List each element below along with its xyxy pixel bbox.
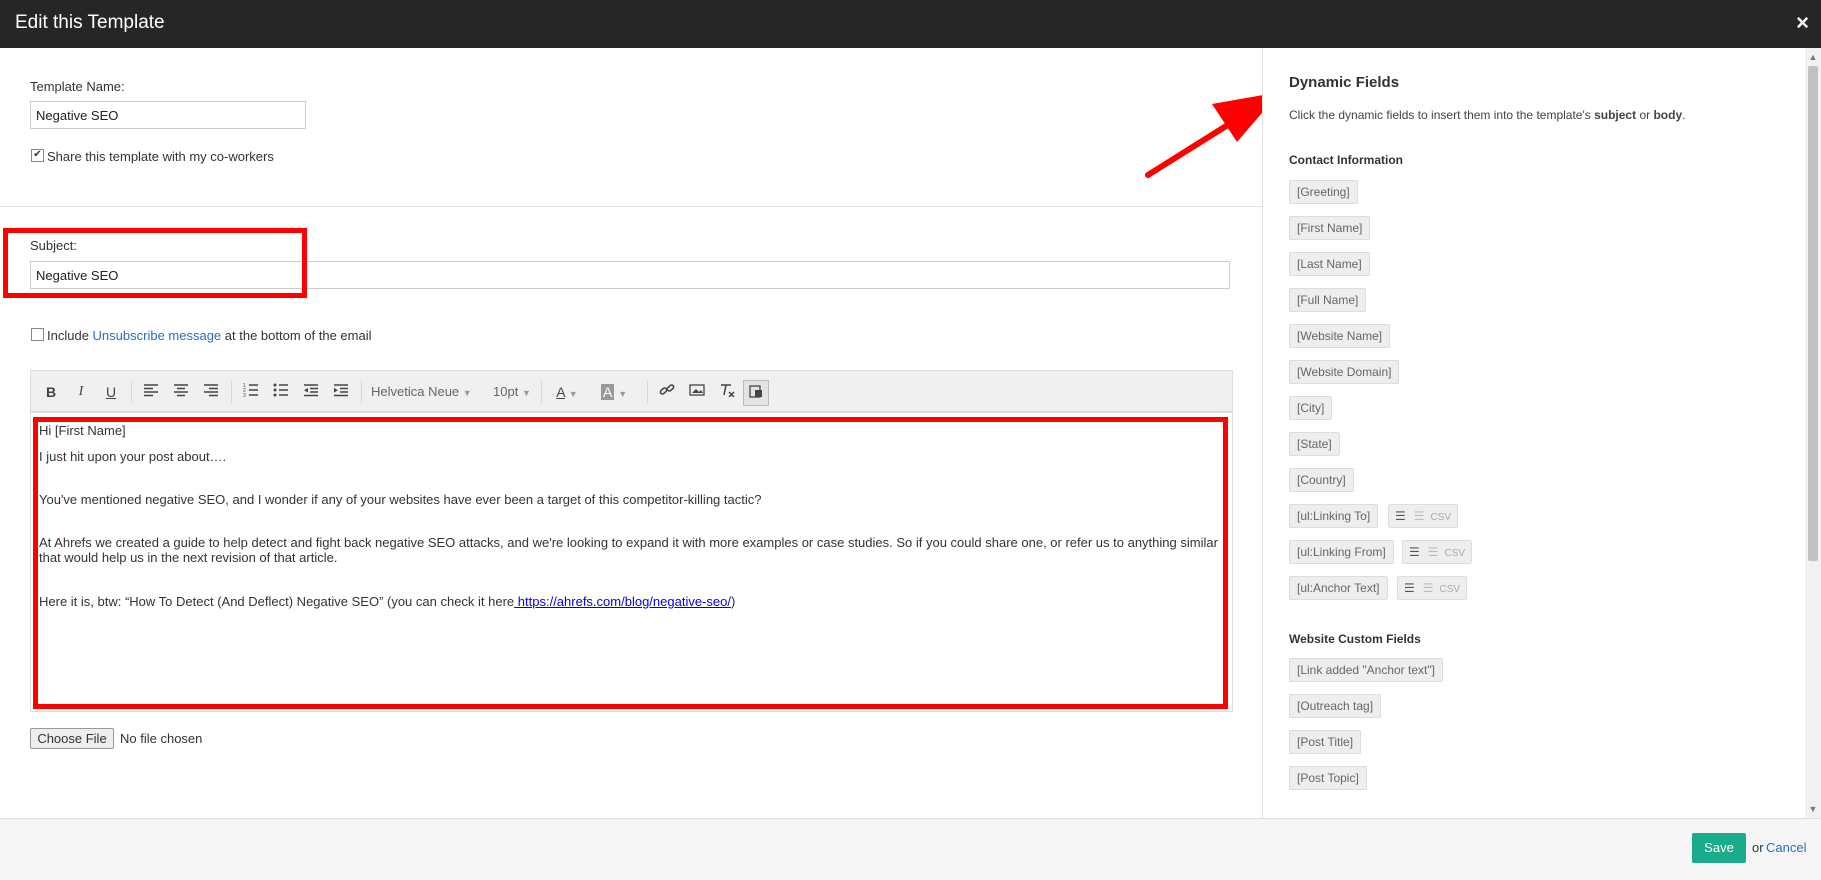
website-custom-fields-heading: Website Custom Fields: [1289, 632, 1421, 646]
dynamic-fields-title: Dynamic Fields: [1289, 74, 1400, 91]
panel-scrollbar[interactable]: ▲ ▼: [1805, 48, 1821, 818]
contact-information-heading: Contact Information: [1289, 153, 1403, 167]
dynamic-fields-panel: Dynamic Fields Click the dynamic fields …: [1262, 48, 1804, 818]
anchor-text-format-options[interactable]: ☰ ☰ CSV: [1397, 576, 1468, 600]
arrow-to-dynamic-fields: [1145, 92, 1280, 178]
dynamic-fields-description: Click the dynamic fields to insert them …: [1289, 108, 1685, 122]
field-anchor-text[interactable]: [ul:Anchor Text]: [1289, 576, 1388, 600]
desc-or: or: [1636, 108, 1654, 122]
field-greeting[interactable]: [Greeting]: [1289, 180, 1358, 204]
save-button[interactable]: Save: [1692, 833, 1746, 863]
desc-end: .: [1682, 108, 1686, 122]
scroll-down-icon[interactable]: ▼: [1805, 804, 1821, 814]
scrollbar-thumb[interactable]: [1808, 66, 1818, 561]
field-outreach-tag[interactable]: [Outreach tag]: [1289, 694, 1382, 718]
numbered-list-icon[interactable]: ☰: [1414, 509, 1425, 523]
scroll-up-icon[interactable]: ▲: [1805, 52, 1821, 62]
dialog-footer: Save or Cancel: [0, 818, 1821, 880]
list-icon[interactable]: ☰: [1404, 581, 1415, 595]
numbered-list-icon[interactable]: ☰: [1428, 545, 1439, 559]
or-text: or: [1752, 840, 1764, 855]
field-state[interactable]: [State]: [1289, 432, 1340, 456]
csv-option[interactable]: CSV: [1431, 512, 1452, 523]
linking-from-format-options[interactable]: ☰ ☰ CSV: [1402, 540, 1473, 564]
field-post-topic[interactable]: [Post Topic]: [1289, 766, 1367, 790]
field-country[interactable]: [Country]: [1289, 468, 1354, 492]
desc-text: Click the dynamic fields to insert them …: [1289, 108, 1595, 122]
field-last-name[interactable]: [Last Name]: [1289, 252, 1370, 276]
list-icon[interactable]: ☰: [1409, 545, 1420, 559]
desc-body: body: [1653, 108, 1683, 122]
numbered-list-icon[interactable]: ☰: [1423, 581, 1434, 595]
csv-option[interactable]: CSV: [1440, 584, 1461, 595]
field-first-name[interactable]: [First Name]: [1289, 216, 1371, 240]
field-website-name[interactable]: [Website Name]: [1289, 324, 1391, 348]
field-linking-to[interactable]: [ul:Linking To]: [1289, 504, 1379, 528]
desc-subject: subject: [1594, 108, 1637, 122]
csv-option[interactable]: CSV: [1445, 548, 1466, 559]
field-website-domain[interactable]: [Website Domain]: [1289, 360, 1400, 384]
field-post-title[interactable]: [Post Title]: [1289, 730, 1362, 754]
field-link-added-anchor-text[interactable]: [Link added "Anchor text"]: [1289, 658, 1443, 682]
field-full-name[interactable]: [Full Name]: [1289, 288, 1367, 312]
linking-to-format-options[interactable]: ☰ ☰ CSV: [1388, 504, 1459, 528]
list-icon[interactable]: ☰: [1395, 509, 1406, 523]
field-city[interactable]: [City]: [1289, 396, 1333, 420]
field-linking-from[interactable]: [ul:Linking From]: [1289, 540, 1394, 564]
cancel-link[interactable]: Cancel: [1766, 840, 1806, 855]
